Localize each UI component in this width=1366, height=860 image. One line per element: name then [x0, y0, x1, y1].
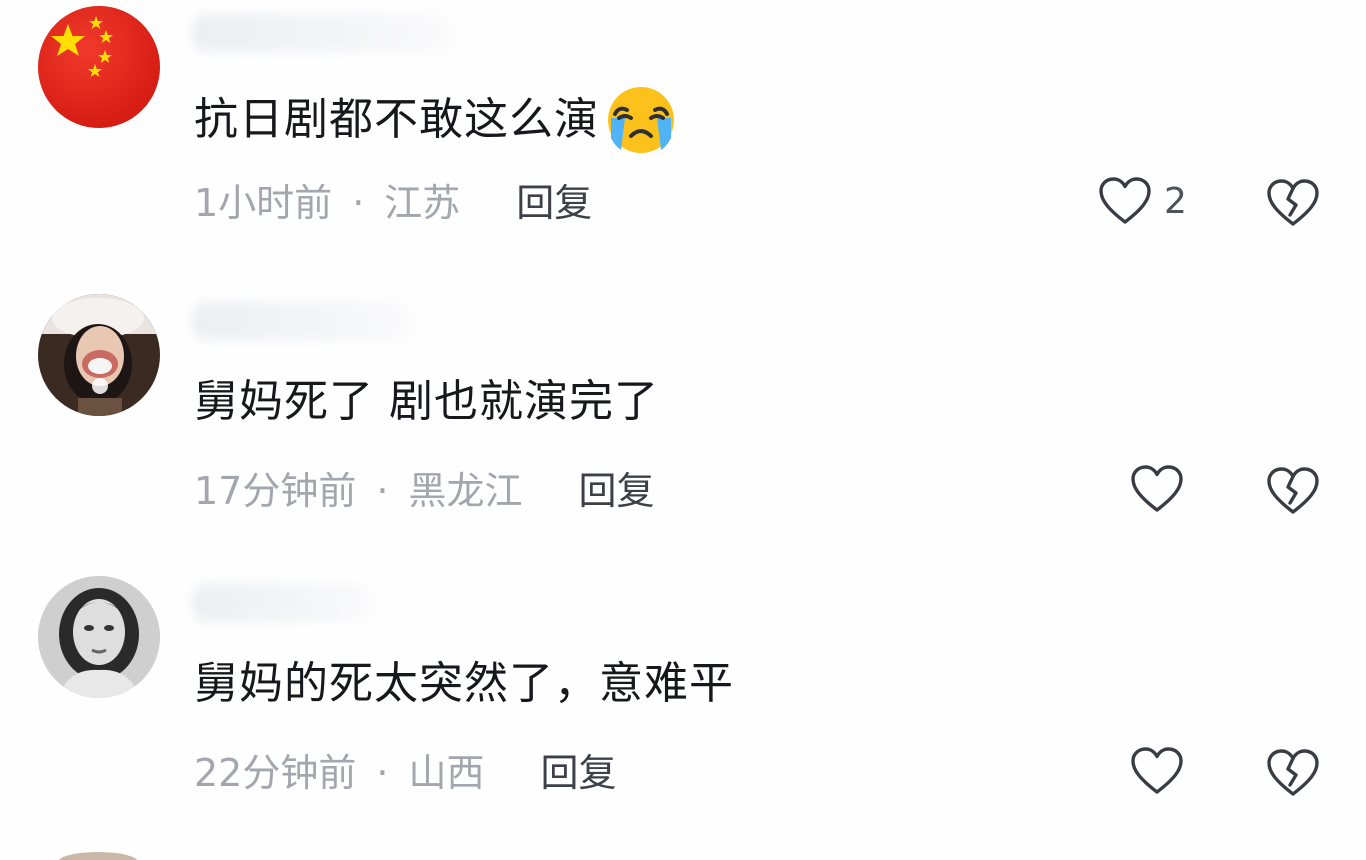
heart-outline-icon [1131, 747, 1183, 794]
comment-item: 抗日剧都不敢这么演 1小时前 · 江苏 回复 2 [0, 0, 1366, 280]
avatar [58, 852, 138, 860]
avatar[interactable] [38, 6, 160, 128]
location: 黑龙江 [408, 469, 523, 513]
comment-text: 舅妈死了 剧也就演完了 [194, 376, 659, 427]
broken-heart-icon [1267, 179, 1319, 226]
comment-meta: 17分钟前 · 黑龙江 回复 [194, 464, 654, 518]
comment-meta: 22分钟前 · 山西 回复 [194, 746, 616, 800]
dislike-button[interactable] [1266, 178, 1320, 228]
comment-meta: 1小时前 · 江苏 回复 [194, 176, 592, 230]
loudly-crying-face-icon [608, 87, 674, 153]
separator-dot: · [376, 469, 389, 513]
heart-outline-icon [1131, 465, 1183, 512]
comment-item: 舅妈的死太突然了，意难平 22分钟前 · 山西 回复 [0, 570, 1366, 850]
timestamp: 17分钟前 [194, 469, 357, 513]
username-blurred[interactable] [192, 302, 412, 340]
heart-outline-icon [1099, 177, 1151, 224]
broken-heart-icon [1267, 467, 1319, 514]
timestamp: 1小时前 [194, 181, 333, 225]
separator-dot: · [376, 751, 389, 795]
separator-dot: · [352, 181, 365, 225]
reply-button[interactable]: 回复 [578, 464, 654, 518]
like-count: 2 [1164, 180, 1187, 222]
comment-body: 舅妈死了 剧也就演完了 [194, 372, 659, 432]
comment-body: 舅妈的死太突然了，意难平 [194, 654, 734, 714]
like-button[interactable]: 2 [1098, 176, 1187, 226]
dislike-button[interactable] [1266, 466, 1320, 516]
avatar[interactable] [38, 576, 160, 698]
comment-body: 抗日剧都不敢这么演 [194, 84, 677, 156]
girl-photo-avatar-icon [38, 294, 160, 416]
comment-list: 抗日剧都不敢这么演 1小时前 · 江苏 回复 2 舅妈死了 剧也就演完了 17分… [0, 0, 1366, 860]
location: 山西 [408, 751, 485, 795]
woman-bw-photo-avatar-icon [38, 576, 160, 698]
comment-text: 抗日剧都不敢这么演 [194, 94, 599, 145]
timestamp: 22分钟前 [194, 751, 357, 795]
reply-button[interactable]: 回复 [540, 746, 616, 800]
username-blurred[interactable] [192, 14, 452, 52]
like-button[interactable] [1130, 746, 1196, 796]
dislike-button[interactable] [1266, 748, 1320, 798]
broken-heart-icon [1267, 749, 1319, 796]
username-blurred[interactable] [192, 584, 372, 622]
china-flag-avatar-icon [38, 6, 160, 128]
comment-item: 舅妈死了 剧也就演完了 17分钟前 · 黑龙江 回复 [0, 288, 1366, 568]
comment-text: 舅妈的死太突然了，意难平 [194, 658, 734, 709]
reply-button[interactable]: 回复 [516, 176, 592, 230]
like-button[interactable] [1130, 464, 1196, 514]
avatar[interactable] [38, 294, 160, 416]
location: 江苏 [384, 181, 461, 225]
